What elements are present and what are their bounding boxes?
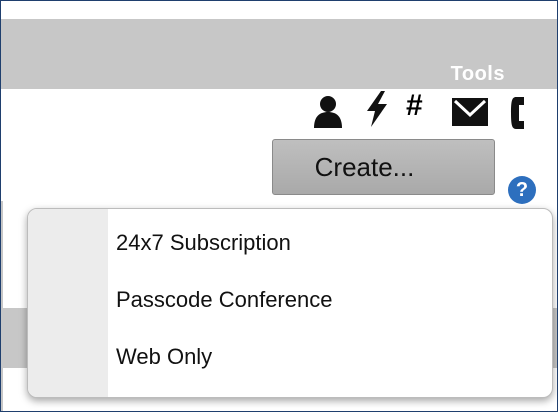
create-dropdown-menu: 24x7 Subscription Passcode Conference We… xyxy=(27,208,553,398)
toolbar-icons: # xyxy=(1,89,557,135)
menu-item-passcode-conference[interactable]: Passcode Conference xyxy=(116,280,332,320)
tools-menu-label[interactable]: Tools xyxy=(451,63,505,86)
menu-item-web-only[interactable]: Web Only xyxy=(116,337,212,377)
mail-icon[interactable] xyxy=(451,97,489,132)
person-icon[interactable] xyxy=(311,95,345,134)
left-divider xyxy=(1,201,3,411)
hash-icon[interactable]: # xyxy=(406,89,423,123)
phone-icon[interactable] xyxy=(510,97,532,134)
create-button[interactable]: Create... xyxy=(272,139,495,195)
bolt-icon[interactable] xyxy=(363,91,389,135)
app-frame: Tools # Create... ? 24x7 Subscription Pa… xyxy=(0,0,558,412)
menu-gutter xyxy=(28,209,108,397)
help-icon[interactable]: ? xyxy=(508,176,536,204)
menu-item-24x7-subscription[interactable]: 24x7 Subscription xyxy=(116,223,291,263)
